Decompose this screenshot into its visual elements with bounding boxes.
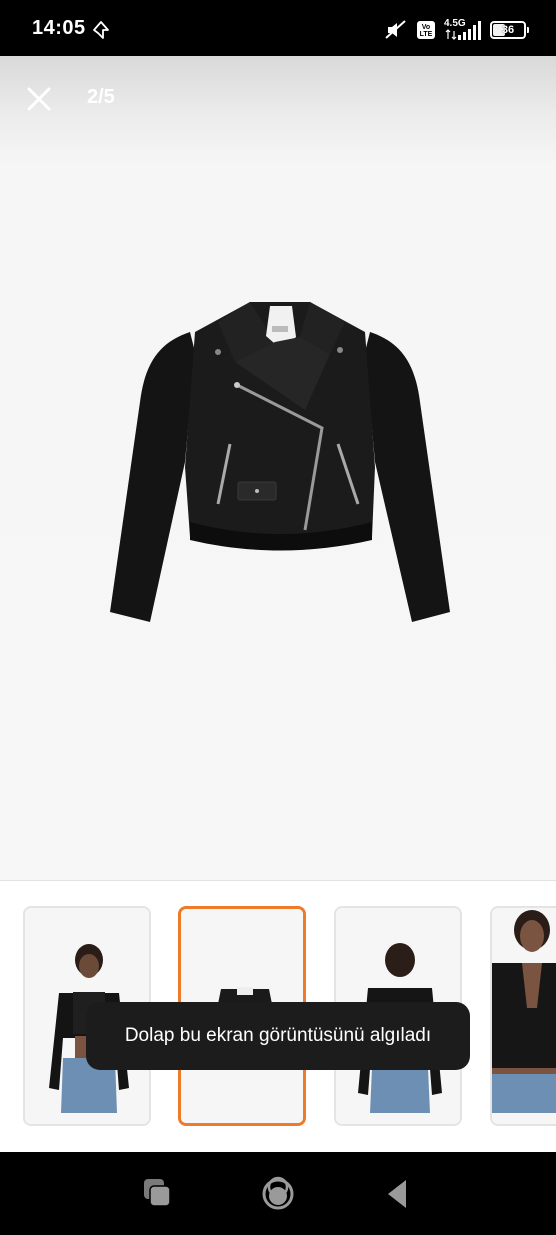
battery-level: 36: [501, 24, 515, 36]
cellular-signal: 4.5G: [444, 19, 482, 41]
volte-icon: Vo LTE: [417, 21, 435, 39]
svg-text:LTE: LTE: [420, 31, 433, 38]
model-closeup-image: [492, 908, 556, 1124]
recents-icon[interactable]: [138, 1174, 178, 1214]
image-counter: 2/5: [87, 86, 115, 108]
home-icon[interactable]: [258, 1174, 298, 1214]
battery-icon: 36: [490, 21, 529, 39]
svg-text:Vo: Vo: [422, 24, 430, 31]
signal-bars-icon: [445, 21, 481, 40]
mute-icon: [385, 20, 406, 39]
image-viewer[interactable]: 2/5: [0, 56, 556, 880]
back-icon[interactable]: [378, 1174, 418, 1214]
thumbnail-model-closeup[interactable]: [490, 906, 556, 1126]
navigation-arrow-icon: [93, 21, 109, 39]
system-navigation-bar: [0, 1152, 556, 1235]
screenshot-detected-toast: Dolap bu ekran görüntüsünü algıladı: [86, 1002, 470, 1070]
status-bar: 14:05 Vo LTE 4.5G 36: [0, 0, 556, 56]
jacket-product-image[interactable]: [100, 292, 460, 642]
close-icon[interactable]: [22, 82, 56, 116]
toast-message: Dolap bu ekran görüntüsünü algıladı: [124, 1025, 432, 1046]
status-indicators: Vo LTE 4.5G 36: [384, 19, 529, 41]
status-time: 14:05: [32, 17, 86, 39]
